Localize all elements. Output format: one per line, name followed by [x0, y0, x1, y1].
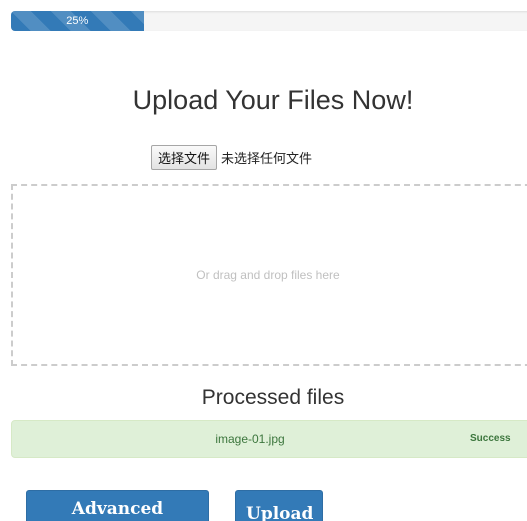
- upload-button[interactable]: Upload: [235, 490, 323, 521]
- choose-file-button[interactable]: 选择文件: [151, 145, 218, 170]
- dropzone[interactable]: Or drag and drop files here: [11, 184, 527, 366]
- processed-file-item: image-01.jpg Success: [11, 420, 527, 458]
- upload-page: 25% Upload Your Files Now! 选择文件 未选择任何文件 …: [0, 0, 527, 521]
- advanced-upload-button[interactable]: Advanced Upload: [26, 490, 209, 521]
- file-input: 选择文件 未选择任何文件: [151, 145, 312, 170]
- page-title: Upload Your Files Now!: [132, 85, 414, 115]
- processed-files-title: Processed files: [201, 386, 345, 409]
- upload-progress-bar: 25%: [11, 11, 527, 31]
- processed-file-status: Success: [470, 433, 511, 444]
- progress-fill: 25%: [11, 11, 144, 31]
- file-status-text: 未选择任何文件: [221, 152, 313, 167]
- dropzone-hint: Or drag and drop files here: [196, 268, 340, 282]
- processed-file-name: image-01.jpg: [215, 432, 285, 446]
